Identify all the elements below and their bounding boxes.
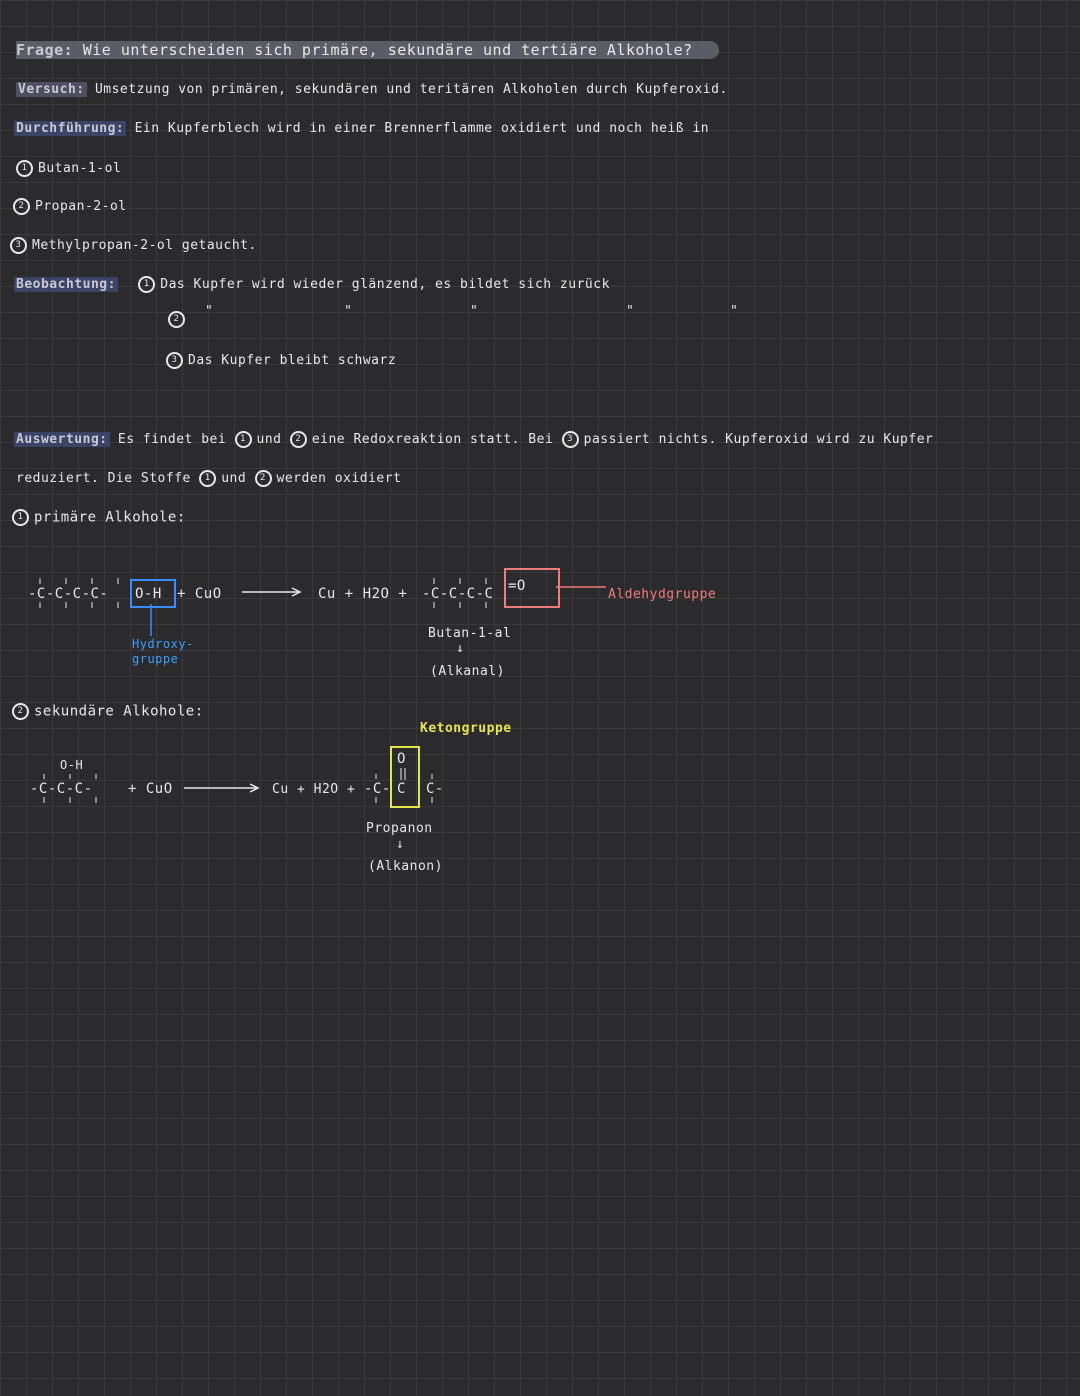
bond-lines [39, 578, 487, 803]
drawing-overlay [39, 578, 606, 803]
